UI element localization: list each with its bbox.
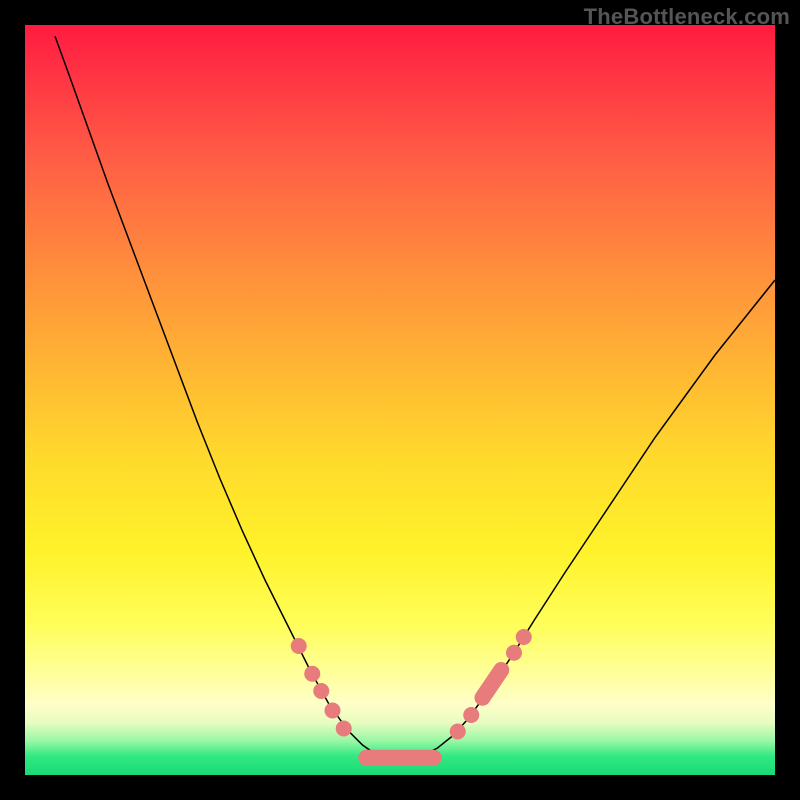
marker-point xyxy=(516,629,532,645)
marker-point xyxy=(304,666,320,682)
marker-point xyxy=(450,724,466,740)
gradient-background xyxy=(25,25,775,775)
bottleneck-chart xyxy=(25,25,775,775)
marker-point xyxy=(336,721,352,737)
marker-point xyxy=(291,638,307,654)
attribution-text: TheBottleneck.com xyxy=(584,4,790,30)
marker-point xyxy=(463,707,479,723)
marker-point xyxy=(506,645,522,661)
marker-point xyxy=(313,683,329,699)
chart-frame: TheBottleneck.com xyxy=(0,0,800,800)
marker-point xyxy=(325,703,341,719)
